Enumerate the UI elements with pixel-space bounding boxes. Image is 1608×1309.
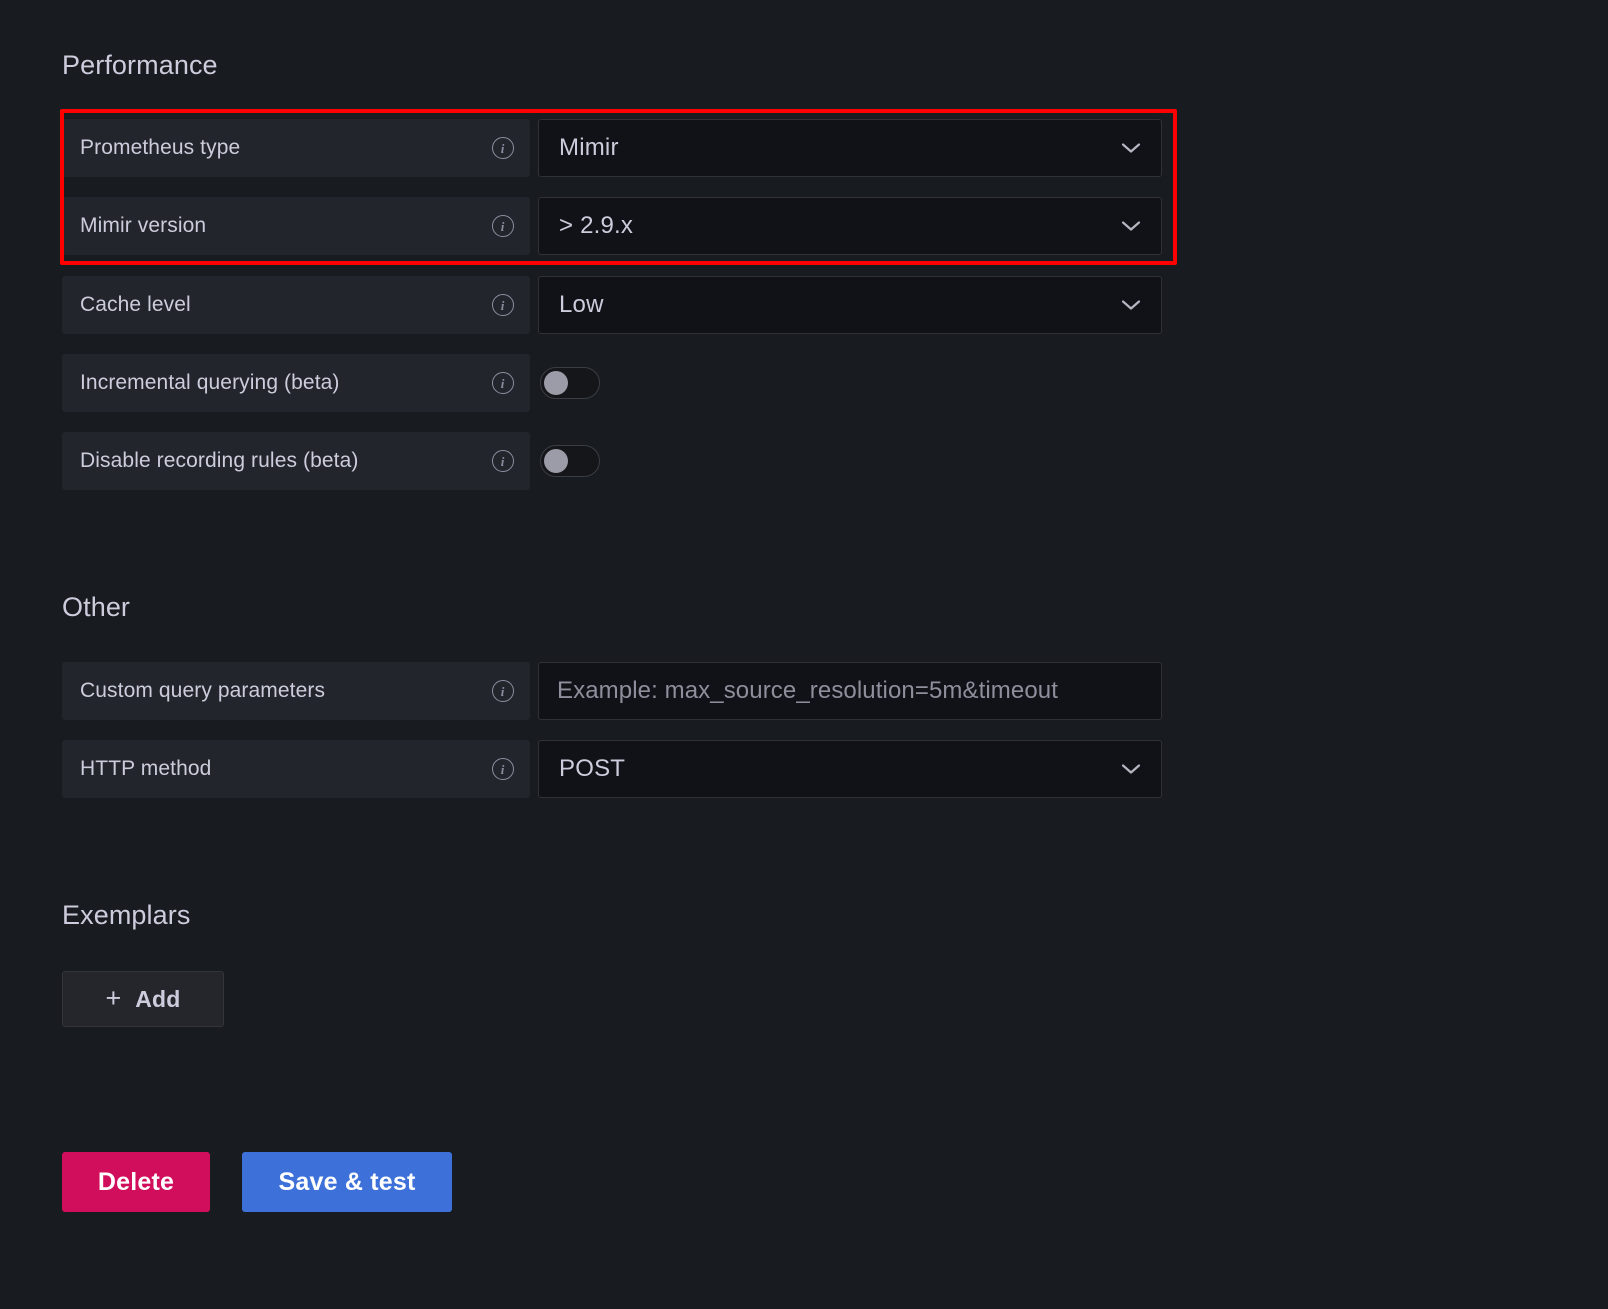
control-wrapper-prometheus-type: Mimir — [538, 119, 1162, 177]
input-custom-query-parameters[interactable]: Example: max_source_resolution=5m&timeou… — [538, 662, 1162, 720]
label-panel-mimir-version: Mimir version i — [62, 197, 530, 255]
label-panel-disable-recording-rules: Disable recording rules (beta) i — [62, 432, 530, 490]
info-circle-icon[interactable]: i — [492, 450, 514, 472]
select-mimir-version[interactable]: > 2.9.x — [538, 197, 1162, 255]
control-wrapper-disable-recording-rules — [538, 432, 600, 490]
info-circle-icon[interactable]: i — [492, 680, 514, 702]
label-panel-http-method: HTTP method i — [62, 740, 530, 798]
select-prometheus-type[interactable]: Mimir — [538, 119, 1162, 177]
add-exemplar-button[interactable]: + Add — [62, 971, 224, 1027]
form-row-http-method: HTTP method i POST — [62, 740, 1162, 798]
info-circle-icon[interactable]: i — [492, 215, 514, 237]
label-panel-custom-query-parameters: Custom query parameters i — [62, 662, 530, 720]
label-text-mimir-version: Mimir version — [80, 214, 207, 237]
control-wrapper-http-method: POST — [538, 740, 1162, 798]
select-cache-level[interactable]: Low — [538, 276, 1162, 334]
control-wrapper-incremental-querying — [538, 354, 600, 412]
chevron-down-icon — [1121, 299, 1141, 311]
toggle-knob — [544, 449, 568, 473]
select-value-mimir-version: > 2.9.x — [559, 212, 634, 239]
label-text-disable-recording-rules: Disable recording rules (beta) — [80, 449, 359, 472]
label-panel-prometheus-type: Prometheus type i — [62, 119, 530, 177]
label-text-cache-level: Cache level — [80, 293, 191, 316]
label-text-incremental-querying: Incremental querying (beta) — [80, 371, 340, 394]
chevron-down-icon — [1121, 763, 1141, 775]
info-circle-icon[interactable]: i — [492, 758, 514, 780]
save-and-test-button[interactable]: Save & test — [242, 1152, 452, 1212]
action-bar: Delete Save & test — [62, 1152, 452, 1212]
select-value-prometheus-type: Mimir — [559, 134, 619, 161]
info-circle-icon[interactable]: i — [492, 294, 514, 316]
toggle-disable-recording-rules[interactable] — [540, 445, 600, 477]
label-text-prometheus-type: Prometheus type — [80, 136, 241, 159]
plus-icon: + — [105, 982, 122, 1013]
label-panel-cache-level: Cache level i — [62, 276, 530, 334]
add-exemplar-button-label: Add — [135, 985, 181, 1012]
datasource-settings-page: Performance Prometheus type i Mimir Mimi… — [0, 0, 1608, 1309]
chevron-down-icon — [1121, 220, 1141, 232]
form-row-cache-level: Cache level i Low — [62, 276, 1162, 334]
info-circle-icon[interactable]: i — [492, 372, 514, 394]
section-title-other: Other — [62, 592, 131, 622]
select-value-cache-level: Low — [559, 291, 604, 318]
form-row-mimir-version: Mimir version i > 2.9.x — [62, 197, 1162, 255]
section-title-exemplars: Exemplars — [62, 900, 191, 930]
control-wrapper-custom-query-parameters: Example: max_source_resolution=5m&timeou… — [538, 662, 1162, 720]
chevron-down-icon — [1121, 142, 1141, 154]
label-text-http-method: HTTP method — [80, 757, 212, 780]
form-row-disable-recording-rules: Disable recording rules (beta) i — [62, 432, 600, 490]
input-placeholder-custom-query-parameters: Example: max_source_resolution=5m&timeou… — [557, 677, 1059, 704]
form-row-prometheus-type: Prometheus type i Mimir — [62, 119, 1162, 177]
delete-button[interactable]: Delete — [62, 1152, 210, 1212]
control-wrapper-cache-level: Low — [538, 276, 1162, 334]
select-http-method[interactable]: POST — [538, 740, 1162, 798]
select-value-http-method: POST — [559, 755, 626, 782]
info-circle-icon[interactable]: i — [492, 137, 514, 159]
section-title-performance: Performance — [62, 50, 218, 80]
toggle-knob — [544, 371, 568, 395]
form-row-incremental-querying: Incremental querying (beta) i — [62, 354, 600, 412]
label-panel-incremental-querying: Incremental querying (beta) i — [62, 354, 530, 412]
toggle-incremental-querying[interactable] — [540, 367, 600, 399]
form-row-custom-query-parameters: Custom query parameters i Example: max_s… — [62, 662, 1162, 720]
control-wrapper-mimir-version: > 2.9.x — [538, 197, 1162, 255]
label-text-custom-query-parameters: Custom query parameters — [80, 679, 326, 702]
